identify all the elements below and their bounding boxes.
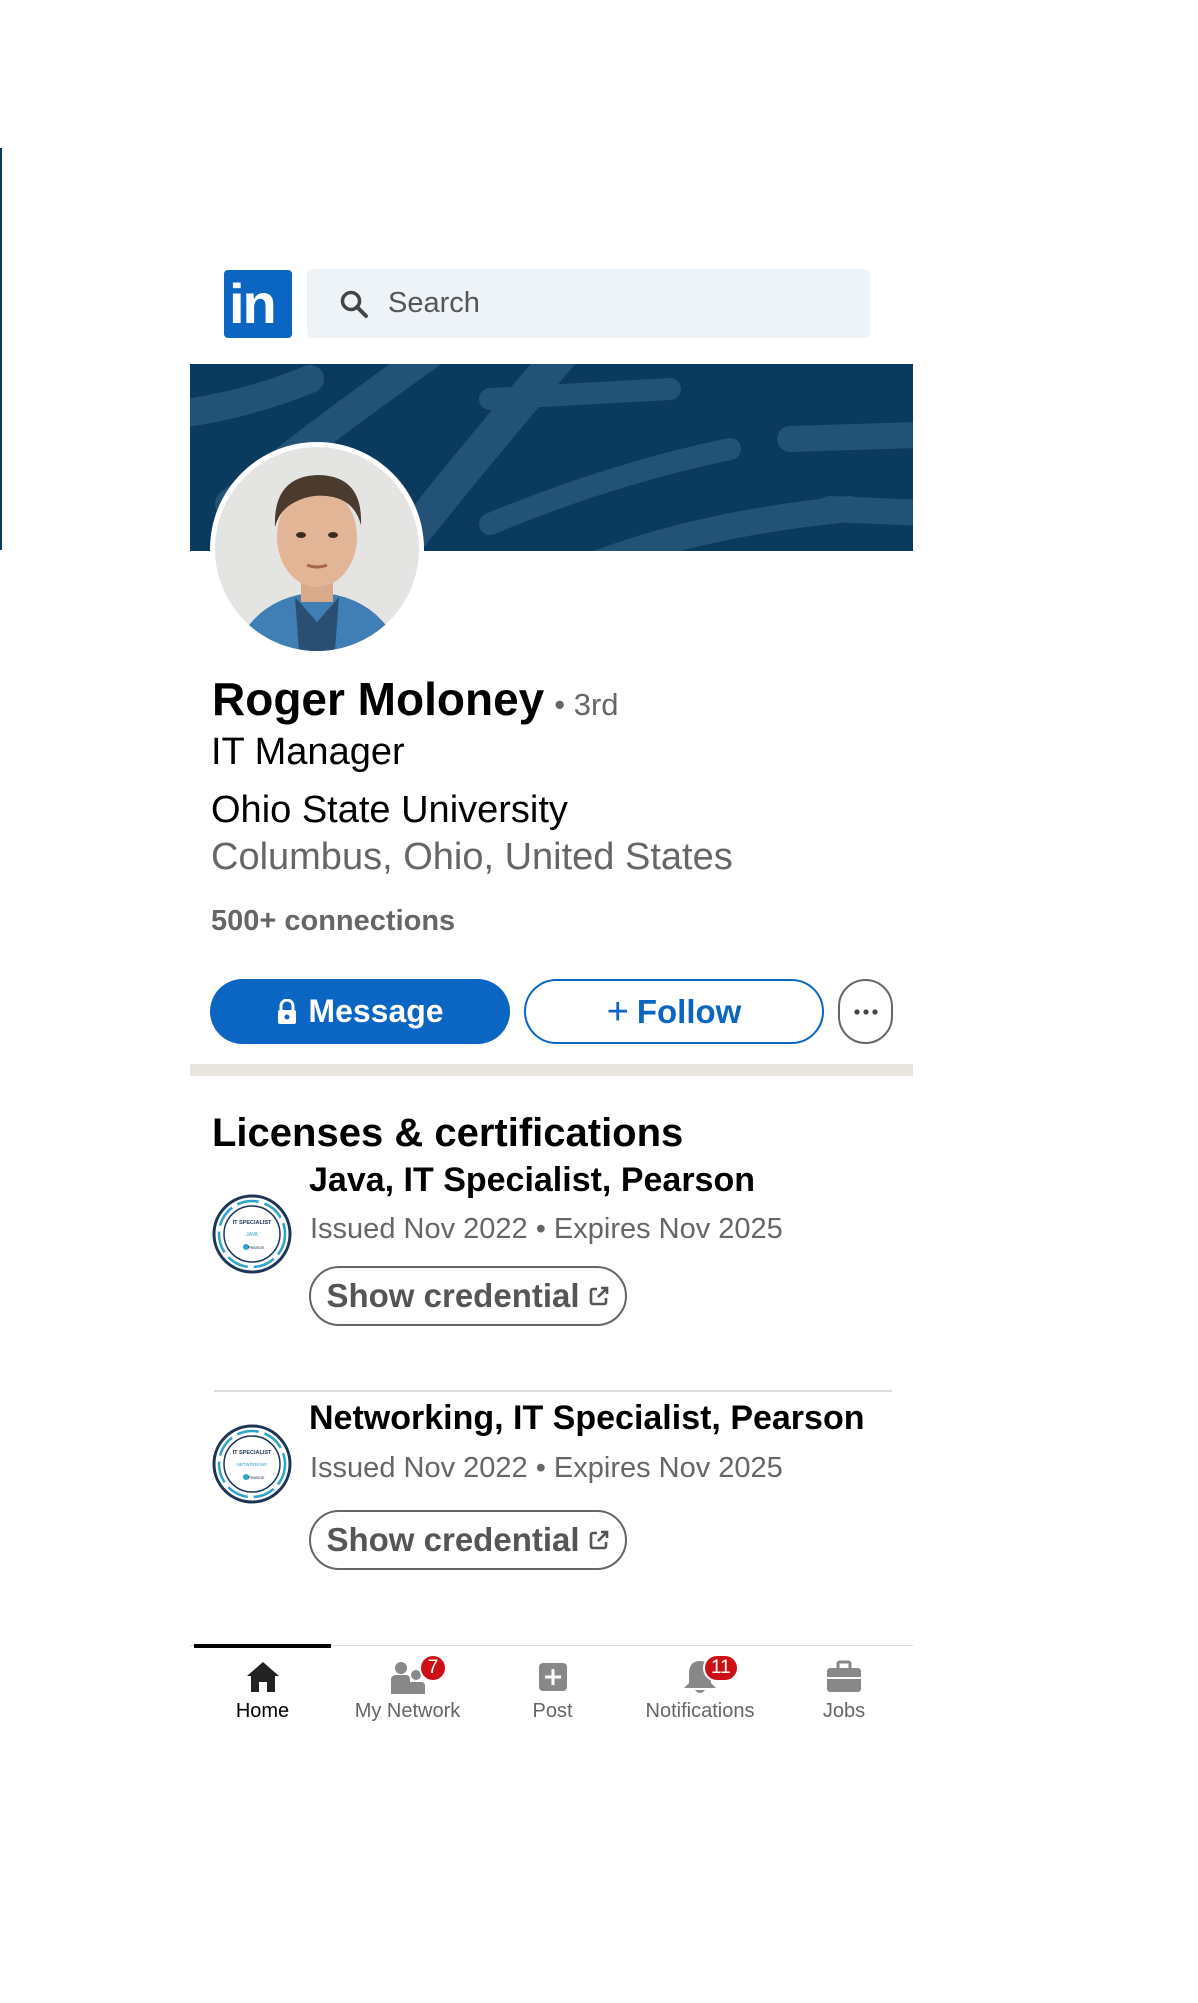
nav-item-notifications[interactable]: Notifications 11 [625,1646,775,1736]
svg-text:Pearson: Pearson [248,1475,265,1480]
badge-label-networking: NETWORKING [237,1462,268,1467]
show-credential-label: Show credential [326,1277,580,1314]
certification-title[interactable]: Java, IT Specialist, Pearson [309,1160,755,1200]
more-options-button[interactable] [838,979,893,1044]
profile-location: Columbus, Ohio, United States [211,836,733,878]
certification-badge-icon[interactable]: IT SPECIALIST JAVA Pearson [212,1194,292,1274]
profile-avatar[interactable] [210,442,424,656]
profile-organization[interactable]: Ohio State University [211,788,568,832]
message-button[interactable]: Message [210,979,510,1044]
search-input[interactable]: Search [307,269,870,338]
nav-label-my-network: My Network [354,1700,461,1722]
profile-headline: IT Manager [211,731,405,773]
svg-text:IT SPECIALIST: IT SPECIALIST [233,1220,272,1226]
nav-label-post: Post [532,1700,573,1722]
show-credential-label: Show credential [326,1521,580,1558]
nav-label-jobs: Jobs [822,1700,866,1722]
nav-label-notifications: Notifications [645,1700,755,1722]
notifications-count-badge: 11 [703,1654,739,1682]
nav-item-jobs[interactable]: Jobs [779,1646,909,1736]
network-count-badge: 7 [419,1654,447,1682]
briefcase-icon [827,1660,861,1692]
show-credential-button[interactable]: Show credential [309,1266,627,1326]
section-title-certifications: Licenses & certifications [212,1111,684,1155]
lock-icon [278,998,297,1024]
profile-name-row: Roger Moloney • 3rd [212,672,619,726]
certification-dates: Issued Nov 2022 • Expires Nov 2025 [310,1213,783,1245]
follow-button[interactable]: + Follow [524,979,824,1044]
post-icon [538,1663,567,1691]
message-button-label: Message [308,993,444,1029]
left-edge-line [0,148,2,550]
profile-connections[interactable]: 500+ connections [211,904,455,938]
search-placeholder: Search [388,287,480,319]
follow-button-label: Follow [636,992,742,1030]
section-separator [190,1064,913,1076]
home-icon [246,1662,279,1692]
external-link-icon [589,1286,608,1306]
external-link-icon [589,1530,608,1550]
nav-item-my-network[interactable]: My Network 7 [335,1646,480,1736]
nav-label-home: Home [235,1700,290,1722]
certification-dates: Issued Nov 2022 • Expires Nov 2025 [310,1452,783,1484]
certification-badge-icon[interactable]: IT SPECIALIST NETWORKING Pearson [212,1424,292,1504]
search-icon [340,290,368,318]
profile-name: Roger Moloney [212,673,545,725]
avatar-photo [215,447,419,651]
plus-icon: + [606,990,629,1033]
nav-item-post[interactable]: Post [484,1646,621,1736]
certification-title[interactable]: Networking, IT Specialist, Pearson [309,1398,865,1438]
svg-text:IT SPECIALIST: IT SPECIALIST [233,1450,272,1456]
badge-label-java: JAVA [246,1232,258,1238]
svg-text:Pearson: Pearson [248,1245,265,1250]
ellipsis-icon [853,1008,878,1015]
linkedin-logo-icon[interactable]: in [224,270,292,338]
nav-item-home[interactable]: Home [194,1646,331,1736]
bottom-navigation: Home My Network 7 Post Notifications 11 [190,1644,913,1736]
show-credential-button[interactable]: Show credential [309,1510,627,1570]
logo-text: in [229,272,277,335]
connection-degree: • 3rd [554,687,619,722]
certification-divider [214,1390,892,1392]
